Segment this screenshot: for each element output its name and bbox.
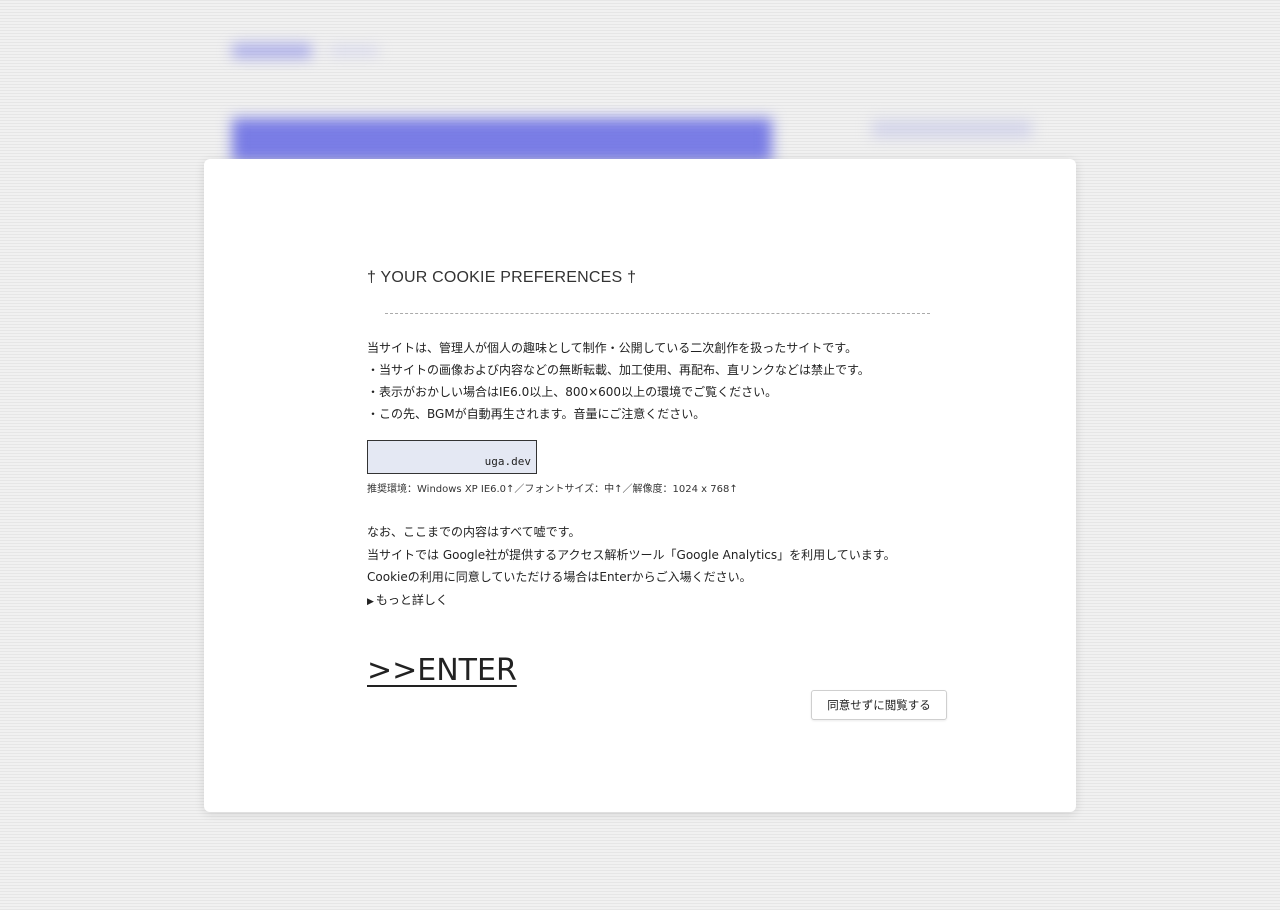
triangle-right-icon: ▶: [367, 596, 374, 607]
disclaimer-line: Cookieの利用に同意していただける場合はEnterからご入場ください。: [367, 570, 752, 584]
intro-line: ・当サイトの画像および内容などの無断転載、加工使用、再配布、直リンクなどは禁止で…: [367, 363, 870, 377]
site-banner: uga.dev: [367, 440, 537, 474]
more-details-toggle[interactable]: ▶ もっと詳しく: [367, 589, 947, 613]
intro-text: 当サイトは、管理人が個人の趣味として制作・公開している二次創作を扱ったサイトです…: [367, 337, 947, 425]
disclaimer-line: 当サイトでは Google社が提供するアクセス解析ツール「Google Anal…: [367, 547, 896, 562]
cookie-preferences-modal: † YOUR COOKIE PREFERENCES † 当サイトは、管理人が個人…: [204, 159, 1076, 812]
disclaimer-line: なお、ここまでの内容はすべて嘘です。: [367, 525, 581, 539]
title-divider: [384, 313, 930, 314]
background-headline: [232, 118, 772, 162]
background-nav-text: [330, 48, 378, 54]
disclaimer-text: なお、ここまでの内容はすべて嘘です。 当サイトでは Google社が提供するアク…: [367, 521, 947, 589]
more-details-label: もっと詳しく: [375, 592, 448, 607]
enter-link[interactable]: >>ENTER: [367, 651, 517, 691]
intro-line: ・表示がおかしい場合はIE6.0以上、800×600以上の環境でご覧ください。: [367, 385, 778, 399]
intro-line: 当サイトは、管理人が個人の趣味として制作・公開している二次創作を扱ったサイトです…: [367, 341, 858, 355]
banner-text: uga.dev: [484, 455, 531, 468]
recommended-environment: 推奨環境：Windows XP IE6.0↑／フォントサイズ：中↑／解像度：10…: [367, 484, 738, 495]
intro-line: ・この先、BGMが自動再生されます。音量にご注意ください。: [367, 407, 706, 421]
background-side-text: [872, 120, 1032, 138]
modal-title: † YOUR COOKIE PREFERENCES †: [367, 269, 637, 286]
decline-button[interactable]: 同意せずに閲覧する: [811, 690, 947, 720]
modal-content: † YOUR COOKIE PREFERENCES † 当サイトは、管理人が個人…: [367, 267, 947, 691]
background-site-logo: [232, 44, 312, 58]
